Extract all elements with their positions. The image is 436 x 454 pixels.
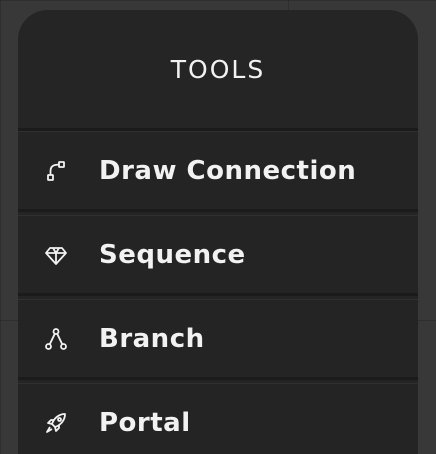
divider [18,293,418,296]
tool-item-portal[interactable]: Portal [18,383,418,454]
tool-label: Portal [99,407,191,438]
panel-header: TOOLS [18,10,418,128]
rocket-icon [44,411,68,435]
tool-item-sequence[interactable]: Sequence [18,215,418,293]
tool-label: Branch [99,323,205,354]
divider [18,377,418,380]
branch-icon [44,327,68,351]
tool-label: Sequence [99,239,246,270]
tool-item-branch[interactable]: Branch [18,299,418,377]
diamond-icon [44,243,68,267]
tool-label: Draw Connection [99,155,357,186]
tool-item-draw-connection[interactable]: Draw Connection [18,131,418,209]
panel-title: TOOLS [170,54,266,84]
connection-icon [44,159,68,183]
tools-panel: TOOLS Draw Connection Sequence Branch Po… [18,10,418,454]
tool-list: Draw Connection Sequence Branch Portal [18,131,418,454]
divider [18,209,418,212]
